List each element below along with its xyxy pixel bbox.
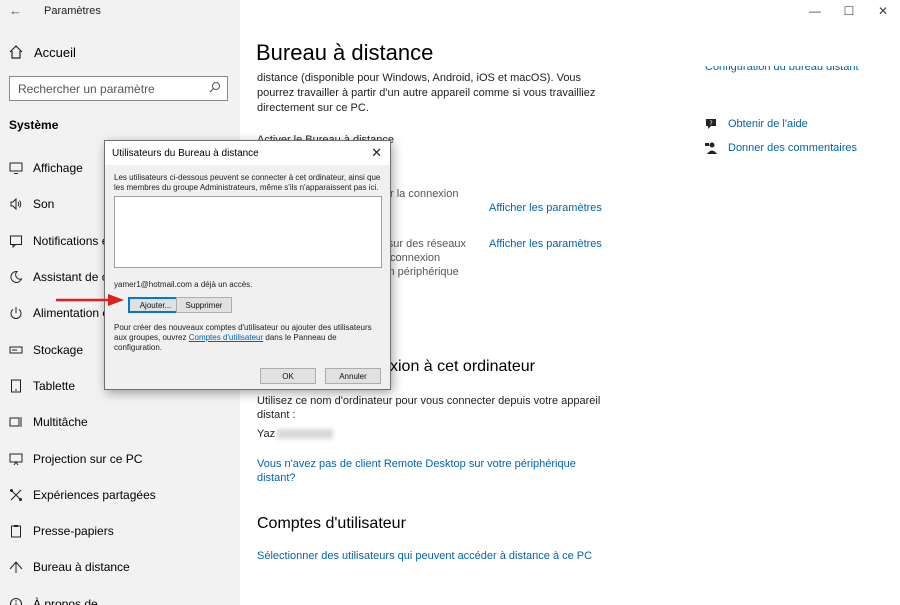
sidebar-item-a-propos[interactable]: À propos de — [0, 586, 240, 605]
back-arrow-icon[interactable]: ← — [9, 3, 22, 18]
home-icon — [9, 45, 23, 59]
remote-desktop-icon — [8, 559, 24, 575]
no-client-link[interactable]: Vous n'avez pas de client Remote Desktop… — [257, 457, 617, 485]
user-accounts-link[interactable]: Comptes d'utilisateur — [189, 333, 263, 342]
search-icon — [209, 81, 221, 96]
partial-text: r la connexion — [390, 188, 459, 200]
ok-button[interactable]: OK — [260, 368, 316, 384]
access-text: yamer1@hotmail.com a déjà un accès. — [114, 280, 253, 289]
sidebar-item-label: Projection sur ce PC — [33, 451, 143, 466]
sidebar-item-label: Stockage — [33, 342, 84, 357]
show-settings-link-1[interactable]: Afficher les paramètres — [489, 202, 602, 214]
sidebar-item-label: Tablette — [33, 378, 76, 393]
dialog-info: Pour créer des nouveaux comptes d'utilis… — [114, 323, 382, 353]
page-title: Bureau à distance — [256, 40, 434, 65]
sidebar-item-label: À propos de — [33, 596, 98, 605]
cancel-button[interactable]: Annuler — [325, 368, 381, 384]
section-heading: Système — [9, 118, 59, 132]
remove-button[interactable]: Supprimer — [176, 297, 232, 313]
sidebar-item-bureau-distance[interactable]: Bureau à distance — [0, 549, 240, 585]
sidebar-item-label: Son — [33, 197, 55, 212]
home-label: Accueil — [34, 44, 76, 60]
sidebar-item-multitache[interactable]: Multitâche — [0, 404, 240, 440]
partial-text: in périphérique — [386, 266, 459, 278]
sidebar-item-projection[interactable]: Projection sur ce PC — [0, 440, 240, 476]
pc-name: Yaz — [257, 428, 334, 440]
projection-icon — [8, 451, 24, 467]
partial-text: connexion — [390, 252, 441, 264]
storage-icon — [8, 342, 24, 358]
sidebar-item-label: Bureau à distance — [33, 560, 130, 575]
feedback-link[interactable]: Donner des commentaires — [704, 136, 857, 160]
sidebar-item-label: Affichage — [33, 161, 83, 176]
power-icon — [8, 305, 24, 321]
help-link[interactable]: ? Obtenir de l'aide — [704, 112, 857, 136]
dialog-titlebar: Utilisateurs du Bureau à distance ✕ — [105, 141, 390, 165]
right-panel: ? Obtenir de l'aide Donner des commentai… — [704, 112, 857, 160]
info-icon — [8, 596, 24, 605]
select-users-link[interactable]: Sélectionner des utilisateurs qui peuven… — [257, 550, 592, 562]
config-remote-link[interactable]: Configuration du bureau distant — [705, 66, 859, 75]
users-listbox[interactable] — [114, 196, 382, 268]
dialog-title: Utilisateurs du Bureau à distance — [112, 147, 259, 159]
add-button[interactable]: Ajouter... — [128, 297, 183, 313]
clipboard-icon — [8, 523, 24, 539]
search-input[interactable]: Rechercher un paramètre — [9, 76, 228, 101]
connect-text: Utilisez ce nom d'ordinateur pour vous c… — [257, 395, 601, 421]
red-arrow-annotation — [56, 294, 124, 306]
shared-icon — [8, 487, 24, 503]
display-icon — [8, 160, 24, 176]
notification-icon — [8, 233, 24, 249]
feedback-icon — [705, 142, 717, 154]
multitask-icon — [8, 414, 24, 430]
speaker-icon — [8, 196, 24, 212]
blurred-pc-name — [277, 429, 334, 439]
pc-name-prefix: Yaz — [257, 428, 276, 440]
sidebar-item-home[interactable]: Accueil — [8, 44, 76, 60]
app-title: Paramètres — [44, 5, 101, 17]
help-label: Obtenir de l'aide — [728, 118, 808, 130]
feedback-label: Donner des commentaires — [728, 142, 858, 154]
show-settings-link-2[interactable]: Afficher les paramètres — [489, 238, 602, 250]
sidebar-item-label: Multitâche — [33, 415, 88, 430]
moon-icon — [8, 269, 24, 285]
svg-text:?: ? — [710, 120, 713, 127]
help-icon: ? — [706, 119, 716, 129]
sidebar-item-experiences[interactable]: Expériences partagées — [0, 477, 240, 513]
dialog-close-button[interactable]: ✕ — [371, 145, 382, 161]
remote-users-dialog: Utilisateurs du Bureau à distance ✕ Les … — [104, 140, 391, 390]
description: distance (disponible pour Windows, Andro… — [257, 72, 596, 114]
sidebar-item-label: Expériences partagées — [33, 487, 156, 502]
search-placeholder: Rechercher un paramètre — [18, 82, 155, 96]
sidebar-item-label: Presse-papiers — [33, 524, 114, 539]
tablet-icon — [8, 378, 24, 394]
connect-heading: xion à cet ordinateur — [390, 358, 535, 375]
sidebar-item-presse-papiers[interactable]: Presse-papiers — [0, 513, 240, 549]
dialog-intro: Les utilisateurs ci-dessous peuvent se c… — [114, 173, 381, 192]
accounts-heading: Comptes d'utilisateur — [257, 515, 406, 532]
